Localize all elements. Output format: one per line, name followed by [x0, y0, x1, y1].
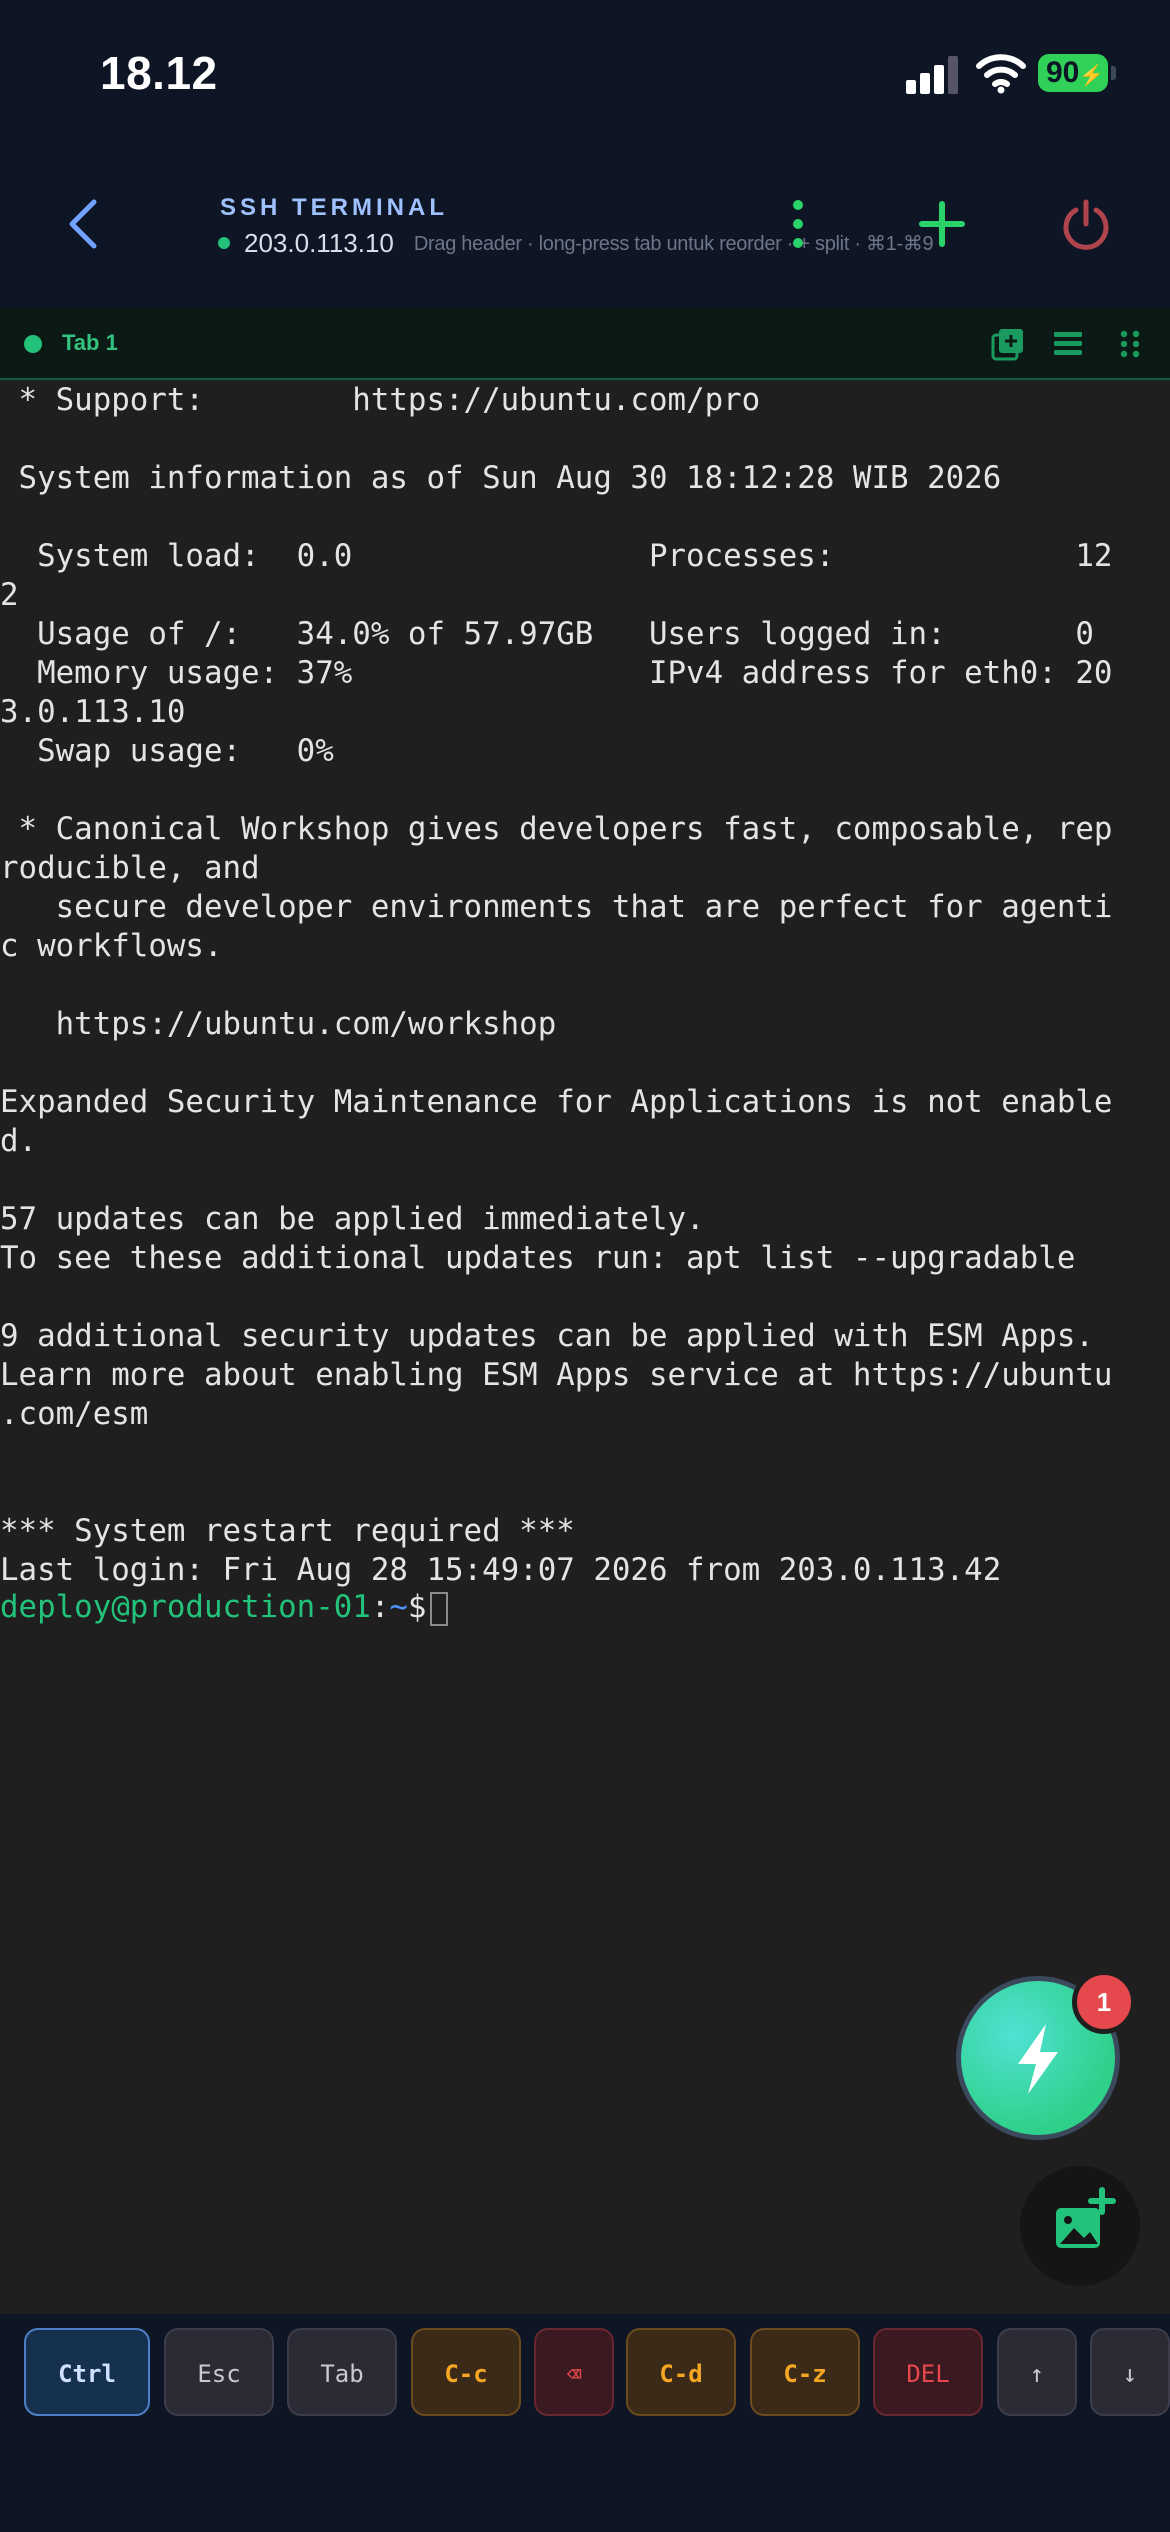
connection-info: 203.0.113.10 Drag header · long-press ta… [218, 226, 934, 260]
add-image-icon [1056, 2187, 1116, 2248]
prompt-symbol: $ [407, 1589, 427, 1625]
terminal-line: 9 additional security updates can be app… [0, 1318, 1094, 1354]
terminal-line: https://ubuntu.com/workshop [0, 1006, 557, 1042]
key-ctrl-z[interactable]: C-z [750, 2328, 860, 2416]
key-backspace[interactable]: ⌫ [534, 2328, 614, 2416]
terminal-line: d. [0, 1123, 38, 1159]
terminal-line: System information as of Sun Aug 30 18:1… [0, 460, 1002, 496]
text-cursor [430, 1591, 449, 1626]
tab-status-dot [24, 335, 42, 353]
key-arrow-up[interactable]: ↑ [997, 2328, 1077, 2416]
terminal-line: c workflows. [0, 928, 223, 964]
key-tab[interactable]: Tab [287, 2328, 397, 2416]
terminal-line: * Canonical Workshop gives developers fa… [0, 811, 1113, 847]
battery-indicator: 90⚡ [1038, 54, 1108, 92]
key-esc[interactable]: Esc [164, 2328, 274, 2416]
terminal-line: 2 [0, 577, 19, 613]
key-arrow-down[interactable]: ↓ [1090, 2328, 1170, 2416]
back-chevron-icon[interactable] [62, 196, 106, 252]
terminal-line: * Support: https://ubuntu.com/pro [0, 382, 761, 418]
terminal-line: Swap usage: 0% [0, 733, 334, 769]
terminal-line: secure developer environments that are p… [0, 889, 1113, 925]
drag-grid-icon[interactable] [1112, 326, 1148, 362]
header-hint: Drag header · long-press tab untuk reord… [413, 232, 934, 255]
new-window-icon[interactable] [990, 326, 1026, 362]
key-delete[interactable]: DEL [873, 2328, 983, 2416]
terminal-line: *** System restart required *** [0, 1513, 575, 1549]
host-address: 203.0.113.10 [244, 227, 394, 258]
terminal-line: .com/esm [0, 1396, 149, 1432]
image-upload-button[interactable] [1020, 2166, 1140, 2286]
list-view-icon[interactable] [1050, 326, 1086, 362]
battery-level: 90 [1046, 56, 1080, 89]
terminal-line: Last login: Fri Aug 28 15:49:07 2026 fro… [0, 1552, 1002, 1588]
terminal-line: System load: 0.0 Processes: 12 [0, 538, 1113, 574]
connection-status-dot [218, 237, 230, 249]
prompt-separator: : [370, 1589, 390, 1625]
shell-prompt[interactable]: deploy@production-01:~$ [0, 1587, 449, 1627]
charging-bolt-icon: ⚡ [1079, 65, 1105, 87]
wifi-icon [976, 54, 1026, 94]
terminal-line: 3.0.113.10 [0, 694, 186, 730]
tab-1[interactable]: Tab 1 [62, 330, 118, 356]
key-ctrl-d[interactable]: C-d [626, 2328, 736, 2416]
terminal-line: To see these additional updates run: apt… [0, 1240, 1076, 1276]
more-options-icon[interactable] [790, 200, 806, 254]
prompt-path: ~ [389, 1589, 408, 1625]
add-tab-icon[interactable] [916, 198, 968, 250]
terminal-line: Usage of /: 34.0% of 57.97GB Users logge… [0, 616, 1094, 652]
terminal-line: Expanded Security Maintenance for Applic… [0, 1084, 1113, 1120]
status-time: 18.12 [100, 47, 218, 99]
cellular-signal-icon [906, 56, 962, 94]
terminal-line: Learn more about enabling ESM Apps servi… [0, 1357, 1113, 1393]
page-title: SSH TERMINAL [220, 194, 448, 221]
terminal-line: Memory usage: 37% IPv4 address for eth0:… [0, 655, 1113, 691]
prompt-user: deploy@production-01 [0, 1589, 371, 1625]
notification-badge: 1 [1072, 1970, 1136, 2034]
key-ctrl[interactable]: Ctrl [24, 2328, 150, 2416]
terminal-line: 57 updates can be applied immediately. [0, 1201, 705, 1237]
key-ctrl-c[interactable]: C-c [411, 2328, 521, 2416]
disconnect-power-icon[interactable] [1058, 196, 1114, 252]
battery-cap [1111, 66, 1116, 80]
terminal-line: roducible, and [0, 850, 260, 886]
